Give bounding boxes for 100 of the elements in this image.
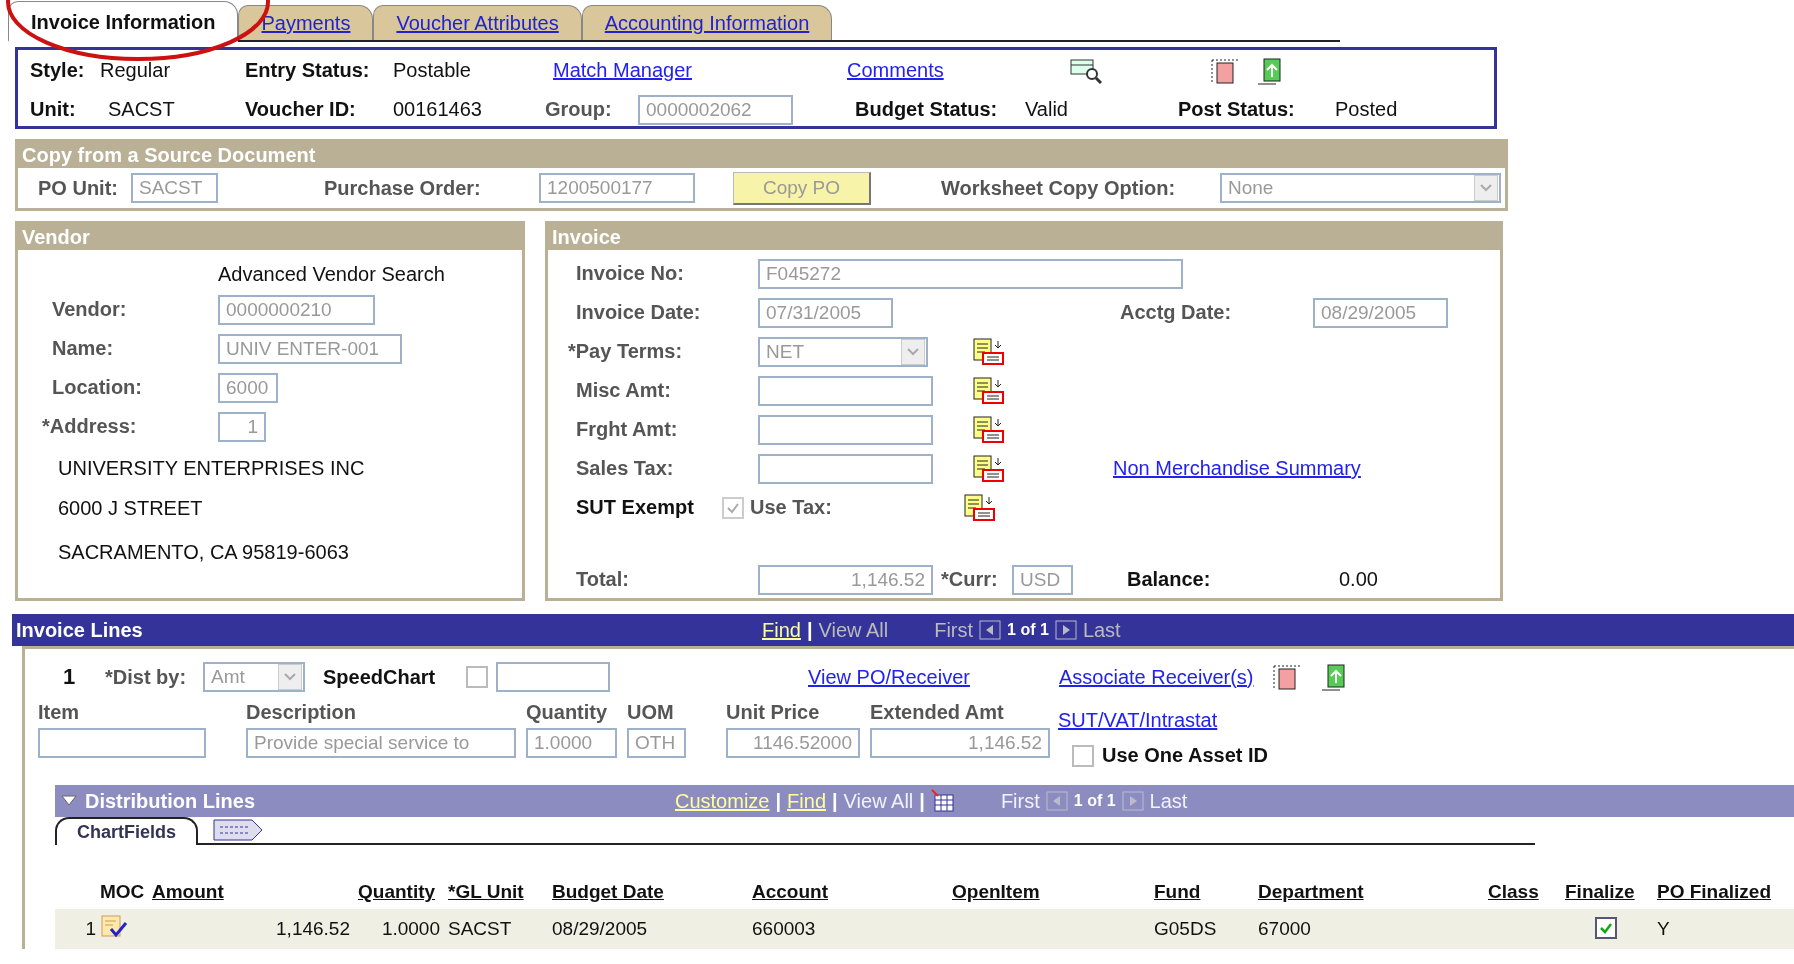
table-cell: G05DS: [1154, 918, 1217, 939]
chartfields-tab[interactable]: ChartFields: [55, 817, 199, 845]
column-header[interactable]: Finalize: [1565, 881, 1635, 902]
accounting-date-field[interactable]: 08/29/2005: [1313, 297, 1448, 328]
page-tab[interactable]: Invoice Information: [8, 1, 239, 42]
field-label: *Pay Terms:: [568, 340, 684, 363]
customize-link[interactable]: Customize: [675, 789, 770, 813]
panel-title: Copy from a Source Document: [18, 142, 1505, 168]
column-header[interactable]: Amount: [152, 881, 224, 902]
currency-field[interactable]: USD: [1012, 564, 1073, 595]
column-header[interactable]: *GL Unit: [448, 881, 524, 902]
table-cell: 08/29/2005: [552, 918, 648, 939]
column-header[interactable]: Budget Date: [552, 881, 664, 902]
field-label: Post Status:: [1178, 98, 1296, 121]
notes-icon[interactable]: [973, 337, 1005, 366]
document-icon[interactable]: [1271, 663, 1302, 691]
table-cell: 1,146.52: [276, 918, 350, 939]
column-header: Quantity: [526, 701, 609, 724]
collapse-icon[interactable]: [61, 795, 77, 807]
field-value: SACST: [108, 98, 176, 121]
field-value: Regular: [100, 59, 172, 82]
notes-icon[interactable]: [973, 415, 1005, 444]
field-value: 0.00: [1339, 568, 1378, 591]
field-label: Budget Status:: [855, 98, 999, 121]
notes-icon[interactable]: [973, 376, 1005, 405]
speedchart-field[interactable]: [496, 662, 610, 692]
column-header[interactable]: PO Finalized: [1657, 881, 1772, 902]
column-header[interactable]: OpenItem: [952, 881, 1040, 902]
document-icon[interactable]: [1210, 56, 1240, 85]
vendor-field[interactable]: 1: [218, 411, 266, 442]
field-label: Acctg Date:: [1120, 301, 1233, 324]
field-label: Frght Amt:: [576, 418, 679, 441]
find-link[interactable]: Find: [762, 618, 801, 642]
field-value: Valid: [1025, 98, 1069, 121]
next-icon[interactable]: [1054, 620, 1077, 640]
notes-icon[interactable]: [964, 493, 996, 522]
previous-icon[interactable]: [979, 620, 1002, 640]
comments-link[interactable]: Comments: [847, 59, 944, 81]
group-field[interactable]: 0000002062: [638, 94, 793, 125]
use-one-asset-checkbox[interactable]: [1072, 744, 1094, 767]
vendor-field[interactable]: UNIV ENTER-001: [218, 333, 402, 364]
column-header: Unit Price: [726, 701, 821, 724]
finalize-checkbox[interactable]: [1595, 917, 1617, 939]
view-po-receiver-link[interactable]: View PO/Receiver: [808, 665, 1059, 689]
speedchart-checkbox[interactable]: [466, 666, 488, 688]
line-field[interactable]: 1146.52000: [726, 728, 860, 758]
associate-receivers-link[interactable]: Associate Receiver(s): [1059, 665, 1254, 689]
document-arrow-icon[interactable]: [1256, 56, 1284, 85]
caret-icon: [1474, 175, 1498, 201]
amount-field[interactable]: [758, 375, 933, 406]
field-label: PO Unit:: [38, 176, 119, 200]
find-link[interactable]: Find: [787, 789, 826, 813]
vendor-field[interactable]: 0000000210: [218, 294, 375, 325]
document-arrow-icon[interactable]: [1319, 663, 1348, 691]
field-value: Postable: [393, 59, 472, 82]
page-tab[interactable]: Payments: [238, 5, 374, 40]
field-label: SUT Exempt: [576, 496, 695, 519]
separator: |: [832, 789, 838, 813]
column-header: Extended Amt: [870, 701, 1005, 724]
field-label: Unit:: [30, 98, 77, 121]
column-header[interactable]: Class: [1488, 881, 1539, 902]
separator: |: [919, 789, 925, 813]
more-columns-tab[interactable]: [212, 818, 265, 842]
field-label: Invoice No:: [576, 262, 685, 285]
column-header[interactable]: Quantity: [358, 881, 436, 902]
field-label: Location:: [51, 376, 143, 399]
worksheet-search-icon[interactable]: [1070, 57, 1102, 84]
section-title: Distribution Lines: [84, 789, 256, 813]
separator: |: [775, 789, 782, 813]
field-label: Invoice Date:: [576, 301, 702, 324]
field-label: Use One Asset ID: [1102, 744, 1268, 767]
column-header: Description: [246, 701, 358, 724]
column-header[interactable]: Department: [1258, 881, 1364, 902]
line-field[interactable]: [38, 728, 206, 758]
sut-vat-intrastat-link[interactable]: SUT/VAT/Intrastat: [1058, 709, 1268, 732]
page-tab[interactable]: Accounting Information: [581, 5, 833, 40]
field-label: Worksheet Copy Option:: [941, 176, 1177, 200]
table-cell: SACST: [448, 918, 512, 939]
grid-icon[interactable]: [930, 789, 955, 813]
non-merchandise-summary-link[interactable]: Non Merchandise Summary: [1113, 457, 1361, 480]
vendor-field[interactable]: 6000: [218, 372, 278, 403]
column-header[interactable]: Fund: [1154, 881, 1201, 902]
page-tab[interactable]: Voucher Attributes: [373, 5, 582, 40]
document-check-icon[interactable]: [100, 913, 128, 940]
field-label: Voucher ID:: [245, 98, 357, 121]
line-number: 1: [63, 664, 77, 690]
table-cell: 67000: [1258, 918, 1311, 939]
panel-title: Vendor: [18, 224, 522, 250]
amount-field[interactable]: [758, 453, 933, 484]
notes-icon[interactable]: [973, 454, 1005, 483]
column-header[interactable]: Account: [752, 881, 828, 902]
sut-exempt-checkbox[interactable]: [722, 496, 744, 519]
address-line: UNIVERSITY ENTERPRISES INC: [58, 456, 366, 481]
amount-field[interactable]: [758, 414, 933, 445]
match-manager-link[interactable]: Match Manager: [553, 59, 692, 81]
page-count: 1 of 1: [1073, 792, 1116, 810]
field-label: Misc Amt:: [576, 379, 672, 402]
field-label: Style:: [30, 59, 86, 82]
field-label: Name:: [51, 337, 115, 360]
address-line: SACRAMENTO, CA 95819-6063: [58, 540, 350, 565]
